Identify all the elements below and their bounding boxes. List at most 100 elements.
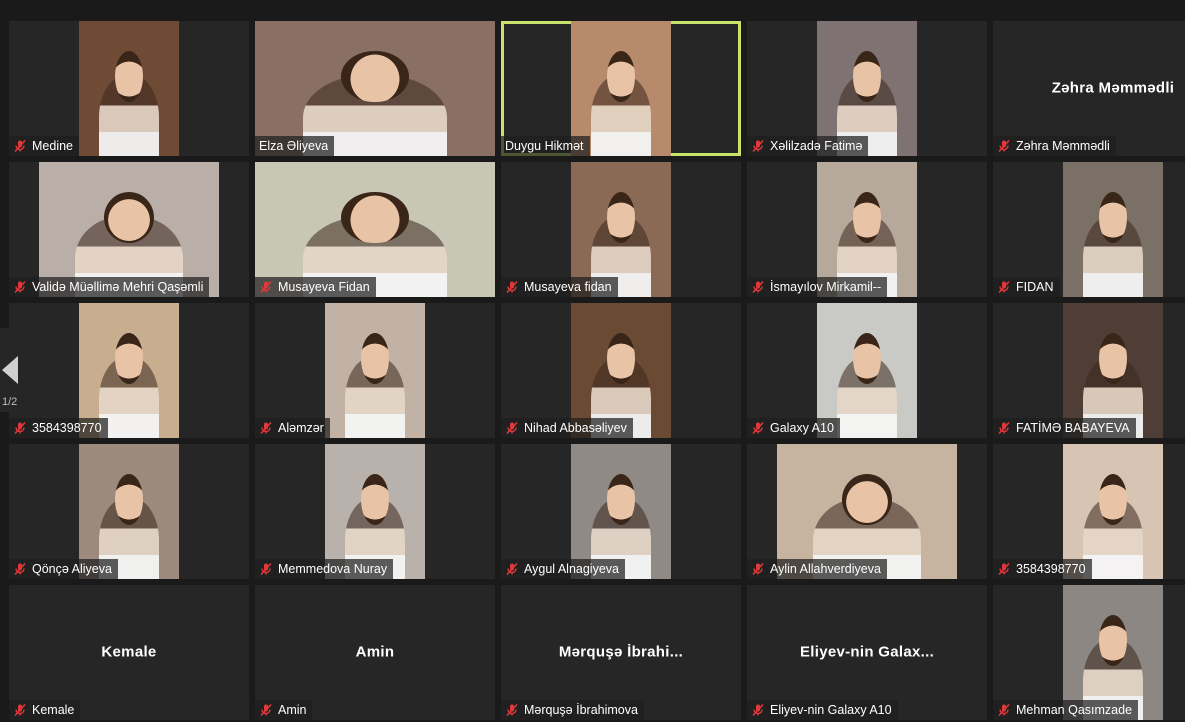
participant-name-bar: Mehman Qasımzade: [993, 700, 1139, 720]
participant-tile[interactable]: Qönçə Aliyeva: [9, 444, 249, 579]
participant-tile[interactable]: FIDAN: [993, 162, 1185, 297]
participant-tile[interactable]: Xəlilzadə Fatimə: [747, 21, 987, 156]
participant-name: Memmedova Nuray: [278, 562, 388, 576]
participant-tile[interactable]: 3584398770: [9, 303, 249, 438]
muted-mic-icon: [13, 562, 27, 576]
participant-name: Aygul Alnagiyeva: [524, 562, 619, 576]
participant-name: 3584398770: [1016, 562, 1086, 576]
participant-name-bar: FIDAN: [993, 277, 1060, 297]
muted-mic-icon: [751, 562, 765, 576]
participant-name: Galaxy A10: [770, 421, 834, 435]
participant-name: Nihad Abbasəliyev: [524, 421, 627, 435]
participant-tile[interactable]: Aləmzər: [255, 303, 495, 438]
participant-tile[interactable]: Galaxy A10: [747, 303, 987, 438]
participant-tile[interactable]: Validə Müəllimə Mehri Qaşəmli: [9, 162, 249, 297]
participant-display-name: Mərquşə İbrahi...: [558, 643, 684, 661]
participant-name-bar: Kemale: [9, 700, 81, 720]
participant-name-bar: Duygu Hikmət: [501, 136, 590, 156]
participant-name-bar: Mərquşə İbrahimova: [501, 700, 644, 720]
participant-name: Qönçə Aliyeva: [32, 562, 112, 576]
participant-name-bar: FATİMƏ BABAYEVA: [993, 418, 1136, 438]
participant-name: Xəlilzadə Fatimə: [770, 139, 863, 153]
participant-tile[interactable]: Duygu Hikmət: [501, 21, 741, 156]
participant-name: Musayeva Fidan: [278, 280, 370, 294]
participant-name: FATİMƏ BABAYEVA: [1016, 421, 1130, 435]
participant-name: Elza Əliyeva: [259, 139, 329, 153]
participant-name-bar: 3584398770: [9, 418, 108, 438]
participant-tile[interactable]: FATİMƏ BABAYEVA: [993, 303, 1185, 438]
participant-name-bar: İsmayılov Mirkamil--: [747, 277, 888, 297]
muted-mic-icon: [997, 562, 1011, 576]
participant-name: Kemale: [32, 703, 75, 717]
muted-mic-icon: [751, 280, 765, 294]
participant-display-name: Kemale: [101, 643, 157, 661]
participant-tile[interactable]: Kemale Kemale: [9, 585, 249, 720]
muted-mic-icon: [505, 562, 519, 576]
participant-tile[interactable]: Memmedova Nuray: [255, 444, 495, 579]
participant-name-bar: Medine: [9, 136, 79, 156]
muted-mic-icon: [13, 280, 27, 294]
participant-name-bar: Validə Müəllimə Mehri Qaşəmli: [9, 277, 210, 297]
participant-tile[interactable]: Eliyev-nin Galax... Eliyev-nin Galaxy A10: [747, 585, 987, 720]
muted-mic-icon: [997, 139, 1011, 153]
participant-tile[interactable]: Aylin Allahverdiyeva: [747, 444, 987, 579]
participant-tile[interactable]: Musayeva Fidan: [255, 162, 495, 297]
participant-tile[interactable]: Nihad Abbasəliyev: [501, 303, 741, 438]
muted-mic-icon: [13, 703, 27, 717]
participant-name: Validə Müəllimə Mehri Qaşəmli: [32, 280, 204, 294]
participant-tile[interactable]: Musayeva fidan: [501, 162, 741, 297]
participant-name-bar: 3584398770: [993, 559, 1092, 579]
muted-mic-icon: [259, 562, 273, 576]
muted-mic-icon: [259, 280, 273, 294]
participant-name: Mehman Qasımzade: [1016, 703, 1133, 717]
participant-tile[interactable]: Amin Amin: [255, 585, 495, 720]
participant-tile[interactable]: Mehman Qasımzade: [993, 585, 1185, 720]
muted-mic-icon: [997, 703, 1011, 717]
participant-display-name: Amin: [355, 643, 395, 661]
participant-name: Medine: [32, 139, 73, 153]
muted-mic-icon: [505, 703, 519, 717]
participant-name: Duygu Hikmət: [505, 139, 584, 153]
participant-tile[interactable]: Medine: [9, 21, 249, 156]
participant-name: Musayeva fidan: [524, 280, 612, 294]
chevron-left-icon[interactable]: [2, 356, 18, 384]
participant-name-bar: Elza Əliyeva: [255, 136, 335, 156]
participant-name: Amin: [278, 703, 307, 717]
participant-tile[interactable]: 3584398770: [993, 444, 1185, 579]
page-counter: 1/2: [2, 396, 18, 408]
participant-name-bar: Amin: [255, 700, 313, 720]
page-nav[interactable]: 1/2: [0, 328, 40, 412]
muted-mic-icon: [505, 421, 519, 435]
muted-mic-icon: [751, 139, 765, 153]
participant-name-bar: Aygul Alnagiyeva: [501, 559, 625, 579]
muted-mic-icon: [259, 421, 273, 435]
participant-tile[interactable]: Mərquşə İbrahi... Mərquşə İbrahimova: [501, 585, 741, 720]
participant-video: [79, 21, 179, 156]
muted-mic-icon: [751, 421, 765, 435]
participant-name-bar: Xəlilzadə Fatimə: [747, 136, 869, 156]
participant-name: Aylin Allahverdiyeva: [770, 562, 881, 576]
muted-mic-icon: [997, 421, 1011, 435]
participant-name: İsmayılov Mirkamil--: [770, 280, 882, 294]
participant-name: Eliyev-nin Galaxy A10: [770, 703, 892, 717]
participant-name: Mərquşə İbrahimova: [524, 703, 638, 717]
participant-name: Aləmzər: [278, 421, 324, 435]
participant-name-bar: Musayeva Fidan: [255, 277, 376, 297]
participant-name-bar: Galaxy A10: [747, 418, 840, 438]
participant-tile[interactable]: Zəhra Məmmədli Zəhra Məmmədli: [993, 21, 1185, 156]
muted-mic-icon: [259, 703, 273, 717]
participant-tile[interactable]: Aygul Alnagiyeva: [501, 444, 741, 579]
participant-name-bar: Eliyev-nin Galaxy A10: [747, 700, 898, 720]
muted-mic-icon: [13, 421, 27, 435]
participant-name-bar: Zəhra Məmmədli: [993, 136, 1116, 156]
participant-tile[interactable]: Elza Əliyeva: [255, 21, 495, 156]
participant-name: Zəhra Məmmədli: [1016, 139, 1110, 153]
participant-name-bar: Aylin Allahverdiyeva: [747, 559, 887, 579]
participant-tile[interactable]: İsmayılov Mirkamil--: [747, 162, 987, 297]
participant-grid: Medine Elza Əliyeva Duygu Hikmət Xəlilzadə …: [0, 0, 1185, 722]
muted-mic-icon: [751, 703, 765, 717]
participant-video: [1063, 162, 1163, 297]
participant-name-bar: Aləmzər: [255, 418, 330, 438]
participant-name-bar: Musayeva fidan: [501, 277, 618, 297]
participant-display-name: Eliyev-nin Galax...: [799, 643, 935, 661]
